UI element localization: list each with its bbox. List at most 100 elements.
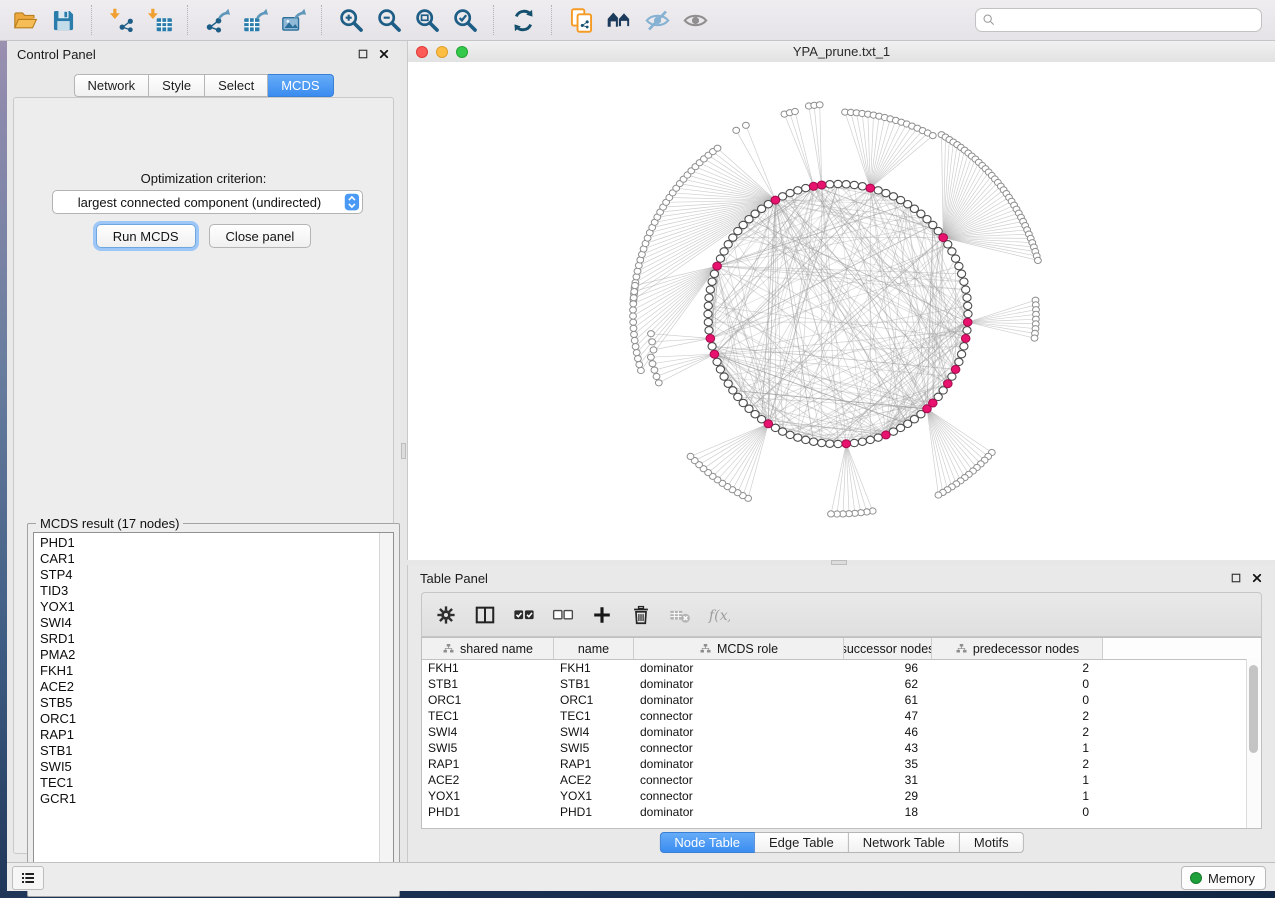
toolbar-separator	[493, 5, 495, 35]
save-button[interactable]	[47, 4, 79, 36]
tab-style[interactable]: Style	[149, 74, 205, 97]
import-table-button[interactable]	[143, 4, 175, 36]
zoom-selected-button[interactable]	[449, 4, 481, 36]
close-panel-button[interactable]: Close panel	[209, 224, 312, 248]
table-row[interactable]: RAP1RAP1dominator352	[422, 756, 1261, 772]
table-row[interactable]: FKH1FKH1dominator962	[422, 660, 1261, 676]
export-image-button[interactable]	[277, 4, 309, 36]
cell-shared-name: STB1	[422, 676, 554, 692]
import-network-button[interactable]	[105, 4, 137, 36]
mcds-result-item[interactable]: GCR1	[40, 791, 379, 807]
select-all-icon	[513, 604, 535, 626]
cell-MCDS-role: dominator	[634, 660, 844, 676]
show-all-button[interactable]	[679, 4, 711, 36]
mcds-result-item[interactable]: FKH1	[40, 663, 379, 679]
tab-select[interactable]: Select	[205, 74, 268, 97]
vertical-splitter-handle[interactable]	[401, 443, 406, 459]
mcds-result-item[interactable]: RAP1	[40, 727, 379, 743]
cell-MCDS-role: dominator	[634, 804, 844, 820]
search-input[interactable]	[975, 8, 1262, 32]
settings-button[interactable]	[434, 603, 458, 627]
column-header-MCDS-role[interactable]: MCDS role	[634, 638, 844, 659]
mcds-result-item[interactable]: PHD1	[40, 535, 379, 551]
cell-predecessor-nodes: 2	[932, 756, 1103, 772]
delete-icon	[630, 604, 652, 626]
optimization-criterion-select[interactable]: largest connected component (undirected)	[52, 190, 363, 214]
cell-shared-name: SWI5	[422, 740, 554, 756]
mcds-result-item[interactable]: SWI5	[40, 759, 379, 775]
network-canvas[interactable]	[408, 62, 1275, 560]
cell-MCDS-role: dominator	[634, 676, 844, 692]
mcds-result-item[interactable]: SRD1	[40, 631, 379, 647]
mcds-result-item[interactable]: STB1	[40, 743, 379, 759]
cell-name: ORC1	[554, 692, 634, 708]
mcds-list-scrollbar[interactable]	[379, 533, 393, 890]
split-columns-icon	[474, 604, 496, 626]
add-column-button[interactable]	[590, 603, 614, 627]
column-header-predecessor-nodes[interactable]: predecessor nodes	[932, 638, 1103, 659]
hide-selected-button[interactable]	[641, 4, 673, 36]
vertical-splitter[interactable]	[400, 41, 407, 862]
export-table-button[interactable]	[239, 4, 271, 36]
table-row[interactable]: YOX1YOX1connector291	[422, 788, 1261, 804]
zoom-out-button[interactable]	[373, 4, 405, 36]
cell-MCDS-role: connector	[634, 740, 844, 756]
split-columns-button[interactable]	[473, 603, 497, 627]
table-row[interactable]: SWI5SWI5connector431	[422, 740, 1261, 756]
tab-network-table[interactable]: Network Table	[849, 832, 960, 853]
tab-node-table[interactable]: Node Table	[659, 832, 755, 853]
list-icon	[20, 870, 36, 886]
mcds-result-item[interactable]: TEC1	[40, 775, 379, 791]
first-neighbors-button[interactable]	[603, 4, 635, 36]
tree-icon	[699, 643, 712, 655]
tab-mcds[interactable]: MCDS	[268, 74, 333, 97]
table-scrollbar-thumb[interactable]	[1249, 665, 1258, 753]
table-row[interactable]: TEC1TEC1connector472	[422, 708, 1261, 724]
zoom-fit-button[interactable]	[411, 4, 443, 36]
column-header-successor-nodes[interactable]: successor nodes	[844, 638, 932, 659]
table-row[interactable]: ACE2ACE2connector311	[422, 772, 1261, 788]
mcds-result-item[interactable]: ACE2	[40, 679, 379, 695]
memory-button[interactable]: Memory	[1181, 866, 1266, 890]
column-header-name[interactable]: name	[554, 638, 634, 659]
close-panel-icon[interactable]	[378, 48, 390, 60]
table-row[interactable]: STB1STB1dominator620	[422, 676, 1261, 692]
deselect-all-button[interactable]	[551, 603, 575, 627]
run-mcds-button[interactable]: Run MCDS	[96, 224, 196, 248]
cell-predecessor-nodes: 0	[932, 692, 1103, 708]
close-panel-icon[interactable]	[1251, 572, 1263, 584]
delete-table-icon	[669, 604, 691, 626]
export-network-button[interactable]	[201, 4, 233, 36]
tab-motifs[interactable]: Motifs	[960, 832, 1024, 853]
select-all-button[interactable]	[512, 603, 536, 627]
mcds-result-item[interactable]: CAR1	[40, 551, 379, 567]
function-builder-button: f(x)	[707, 603, 731, 627]
table-row[interactable]: ORC1ORC1dominator610	[422, 692, 1261, 708]
zoom-in-button[interactable]	[335, 4, 367, 36]
mcds-result-item[interactable]: SWI4	[40, 615, 379, 631]
cell-shared-name: YOX1	[422, 788, 554, 804]
cell-successor-nodes: 31	[844, 772, 932, 788]
mcds-result-item[interactable]: PMA2	[40, 647, 379, 663]
clone-network-button[interactable]	[565, 4, 597, 36]
mcds-result-item[interactable]: YOX1	[40, 599, 379, 615]
cell-shared-name: TEC1	[422, 708, 554, 724]
column-header-shared-name[interactable]: shared name	[422, 638, 554, 659]
cell-predecessor-nodes: 0	[932, 804, 1103, 820]
float-window-icon[interactable]	[357, 48, 369, 60]
float-window-icon[interactable]	[1230, 572, 1242, 584]
delete-button[interactable]	[629, 603, 653, 627]
mcds-result-item[interactable]: TID3	[40, 583, 379, 599]
task-history-button[interactable]	[12, 866, 44, 890]
tab-edge-table[interactable]: Edge Table	[755, 832, 849, 853]
mcds-result-item[interactable]: ORC1	[40, 711, 379, 727]
mcds-result-item[interactable]: STB5	[40, 695, 379, 711]
table-row[interactable]: SWI4SWI4dominator462	[422, 724, 1261, 740]
refresh-button[interactable]	[507, 4, 539, 36]
network-graph[interactable]	[408, 62, 1275, 559]
mcds-result-item[interactable]: STP4	[40, 567, 379, 583]
tab-network[interactable]: Network	[73, 74, 149, 97]
open-file-button[interactable]	[9, 4, 41, 36]
tree-icon	[955, 643, 968, 655]
table-row[interactable]: PHD1PHD1dominator180	[422, 804, 1261, 820]
